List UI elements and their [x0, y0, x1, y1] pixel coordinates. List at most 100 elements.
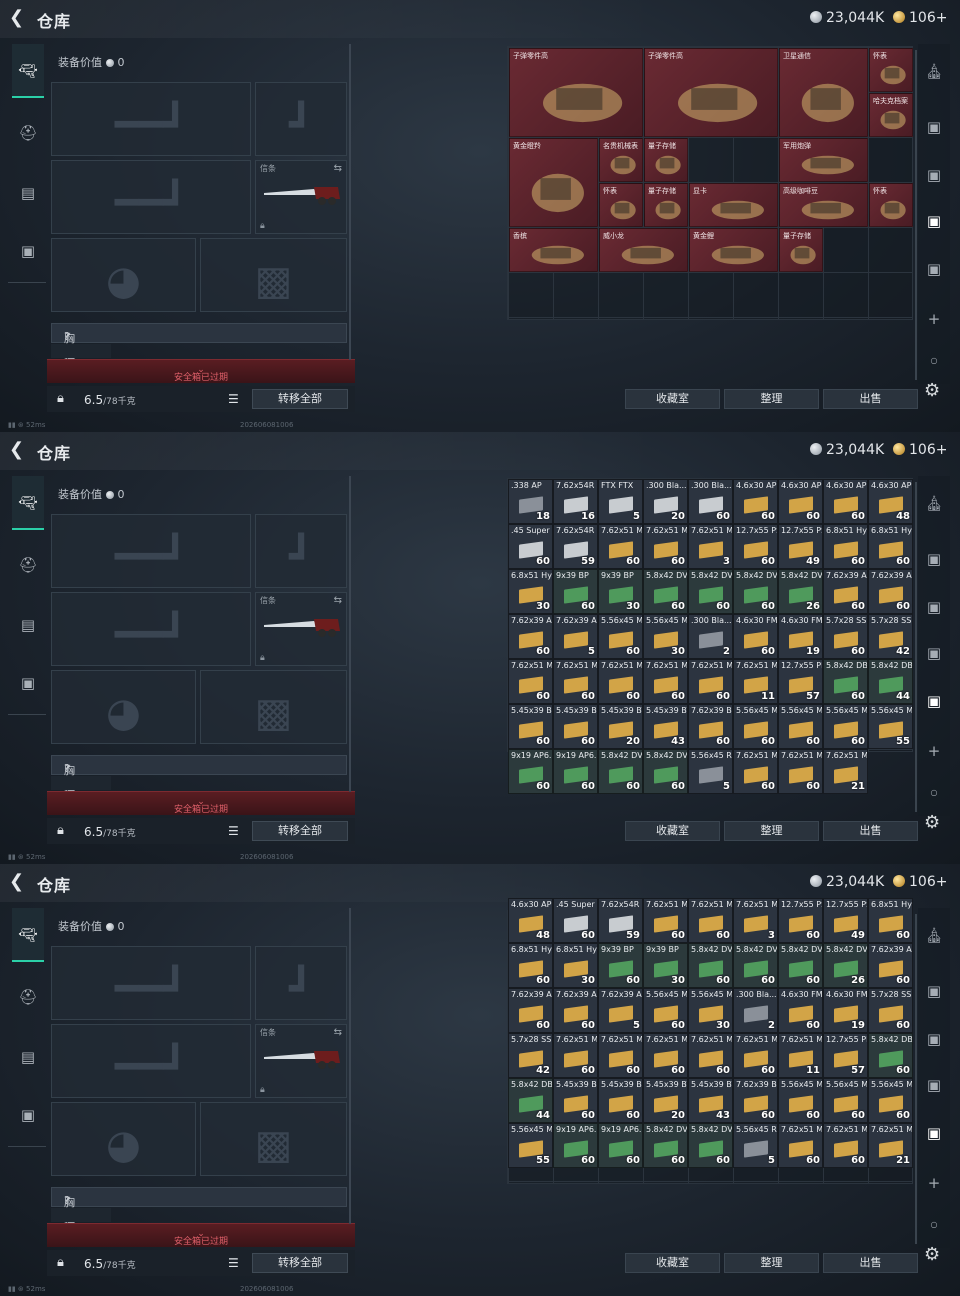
pistol-slot[interactable]: ┛	[255, 514, 347, 588]
stash-tab-home-icon[interactable]: ⛪︎	[918, 926, 950, 944]
safe-box-expired-banner[interactable]: 安全箱已过期 ⌄	[47, 791, 355, 815]
gold-currency[interactable]: 106+	[893, 874, 947, 890]
ammo-item[interactable]: 7.62x51 M61 11	[733, 659, 778, 704]
ammo-item[interactable]: 7.62x51 M61 60	[508, 659, 553, 704]
ammo-item[interactable]: .45 Super 60	[508, 524, 553, 569]
ammo-item[interactable]: 6.8x51 Hybrid 60	[868, 524, 913, 569]
ammo-item[interactable]: 5.8x42 DVC12 60	[643, 569, 688, 614]
ammo-item[interactable]: 5.56x45 M995 30	[688, 988, 733, 1033]
valuable-item[interactable]: 黄金鲤	[689, 228, 778, 272]
tab-briefcase-icon[interactable]: ▣	[12, 668, 44, 698]
tab-vest-icon[interactable]: ▤	[12, 610, 44, 640]
stash-tab-3-icon[interactable]: ▣	[918, 1076, 950, 1094]
chest-rig-slot[interactable]: 胸挂 ?	[51, 755, 347, 793]
ammo-item[interactable]: 5.8x42 DBP10 60	[823, 659, 868, 704]
ammo-item[interactable]: 4.6x30 AP SX 60	[823, 479, 868, 524]
ammo-item[interactable]: 4.6x30 AP SX 60	[733, 479, 778, 524]
tab-helmet-icon[interactable]: ⛑	[12, 118, 44, 148]
ammo-item[interactable]: 5.8x42 DVC12 60	[688, 569, 733, 614]
ammo-item[interactable]: 5.56x45 M995 30	[643, 614, 688, 659]
ammo-item[interactable]: 5.56x45 M855A1 60	[778, 704, 823, 749]
stash-tab-2-icon[interactable]: ▣	[918, 166, 950, 184]
ammo-item[interactable]: 7.62x54R BT 59	[553, 524, 598, 569]
valuable-item[interactable]: 黄金瞪羚	[509, 138, 598, 227]
melee-slot[interactable]: 信条 ⇆ 🔒︎	[255, 592, 347, 666]
add-tab-icon[interactable]: +	[918, 1174, 950, 1192]
stash-tab-2-icon[interactable]: ▣	[918, 598, 950, 616]
ammo-item[interactable]: 5.56x45 M855A1 60	[823, 1078, 868, 1123]
ammo-item[interactable]: 7.62x51 M61 60	[778, 749, 823, 794]
ammo-item[interactable]: 12.7x55 PS12A 49	[823, 898, 868, 943]
sort-button[interactable]: 整理	[724, 821, 819, 841]
ammo-item[interactable]: 4.6x30 FMJ SX 60	[778, 988, 823, 1033]
valuable-item[interactable]: 怀表	[599, 183, 643, 227]
pistol-slot[interactable]: ┛	[255, 82, 347, 156]
equipment-scrollbar[interactable]	[349, 44, 351, 360]
sell-button[interactable]: 出售	[823, 821, 918, 841]
valuable-item[interactable]: 威小龙	[599, 228, 688, 272]
stash-scrollbar[interactable]	[915, 914, 917, 1244]
stash-tab-1-icon[interactable]: ▣	[918, 550, 950, 568]
ammo-item[interactable]: 9x39 BP 30	[643, 943, 688, 988]
ammo-item[interactable]: 5.45x39 BS 60	[553, 704, 598, 749]
list-view-icon[interactable]: ☰	[228, 392, 244, 406]
stash-tab-home-icon[interactable]: ⛪︎	[918, 62, 950, 80]
ammo-item[interactable]: 7.62x51 M61 60	[553, 1033, 598, 1078]
armor-slot[interactable]: ▩	[200, 1102, 347, 1176]
valuable-item[interactable]: 子弹零件高	[509, 48, 643, 137]
helmet-slot[interactable]: ◕	[51, 238, 196, 312]
sell-button[interactable]: 出售	[823, 389, 918, 409]
transfer-all-button[interactable]: 转移全部	[252, 389, 348, 409]
ammo-item[interactable]: 4.6x30 AP SX 48	[868, 479, 913, 524]
ammo-item[interactable]: 5.56x45 M995 60	[598, 614, 643, 659]
ammo-item[interactable]: 6.8x51 Hybrid 60	[508, 943, 553, 988]
ammo-item[interactable]: 7.62x39 AP 60	[868, 569, 913, 614]
ammo-item[interactable]: .300 Bla... TAC-TX 20	[643, 479, 688, 524]
tab-briefcase-icon[interactable]: ▣	[12, 236, 44, 266]
transfer-all-button[interactable]: 转移全部	[252, 1253, 348, 1273]
ammo-item[interactable]: 4.6x30 AP SX 48	[508, 898, 553, 943]
ammo-item[interactable]: 7.62x51 M62 60	[598, 524, 643, 569]
ammo-item[interactable]: 9x19 AP6.3 60	[508, 749, 553, 794]
ammo-item[interactable]: 7.62x51 M61 60	[598, 659, 643, 704]
stash-tab-2-icon[interactable]: ▣	[918, 1030, 950, 1048]
equipment-scrollbar[interactable]	[349, 476, 351, 792]
helmet-slot[interactable]: ◕	[51, 670, 196, 744]
ammo-item[interactable]: FTX FTX 5	[598, 479, 643, 524]
secondary-weapon-slot[interactable]: ━━┛	[51, 1024, 251, 1098]
ammo-item[interactable]: 7.62x39 AP 60	[553, 988, 598, 1033]
ammo-item[interactable]: 5.45x39 BS 60	[598, 1078, 643, 1123]
chest-rig-slot[interactable]: 胸挂 ?	[51, 323, 347, 361]
tab-helmet-icon[interactable]: ⛑	[12, 550, 44, 580]
ammo-item[interactable]: 7.62x39 AP 60	[508, 614, 553, 659]
padlock-icon[interactable]: 🔒︎	[57, 1255, 64, 1270]
ammo-item[interactable]: 6.8x51 Hybrid 60	[868, 898, 913, 943]
swap-icon[interactable]: ⇆	[334, 163, 342, 174]
ammo-item[interactable]: 7.62x51 M61 60	[598, 1033, 643, 1078]
ammo-item[interactable]: 7.62x54R SNB 16	[553, 479, 598, 524]
tab-weapons-icon[interactable]: 🔫︎	[12, 44, 44, 98]
ammo-item[interactable]: 7.62x39 AP 60	[508, 988, 553, 1033]
ammo-item[interactable]: 7.62x39 BP 60	[733, 1078, 778, 1123]
ammo-item[interactable]: 5.8x42 DVC12 26	[823, 943, 868, 988]
gold-currency[interactable]: 106+	[893, 442, 947, 458]
tab-briefcase-icon[interactable]: ▣	[12, 1100, 44, 1130]
valuable-item[interactable]: 香槟	[509, 228, 598, 272]
ammo-item[interactable]: 4.6x30 AP SX 60	[778, 479, 823, 524]
ammo-item[interactable]: 7.62x51 M61 60	[688, 898, 733, 943]
back-arrow-icon[interactable]: ❮	[9, 8, 29, 28]
gold-currency[interactable]: 106+	[893, 10, 947, 26]
valuable-item[interactable]: 高级咖啡豆	[779, 183, 868, 227]
stash-tab-1-icon[interactable]: ▣	[918, 982, 950, 1000]
stash-tab-4-icon[interactable]: ▣	[918, 692, 950, 710]
ammo-item[interactable]: 9x19 AP6.3 60	[553, 749, 598, 794]
ammo-item[interactable]: 5.56x45 M855A1 60	[778, 1078, 823, 1123]
valuable-item[interactable]: 怀表	[869, 183, 913, 227]
add-tab-icon[interactable]: +	[918, 310, 950, 328]
ammo-item[interactable]: 6.8x51 Hybrid 30	[553, 943, 598, 988]
primary-weapon-slot[interactable]: ━━┛	[51, 946, 251, 1020]
safe-box-expired-banner[interactable]: 安全箱已过期 ⌄	[47, 359, 355, 383]
ammo-item[interactable]: 7.62x54R BT 59	[598, 898, 643, 943]
ammo-item[interactable]: 5.8x42 DVC12 60	[733, 569, 778, 614]
chest-rig-slot[interactable]: 胸挂 ?	[51, 1187, 347, 1225]
